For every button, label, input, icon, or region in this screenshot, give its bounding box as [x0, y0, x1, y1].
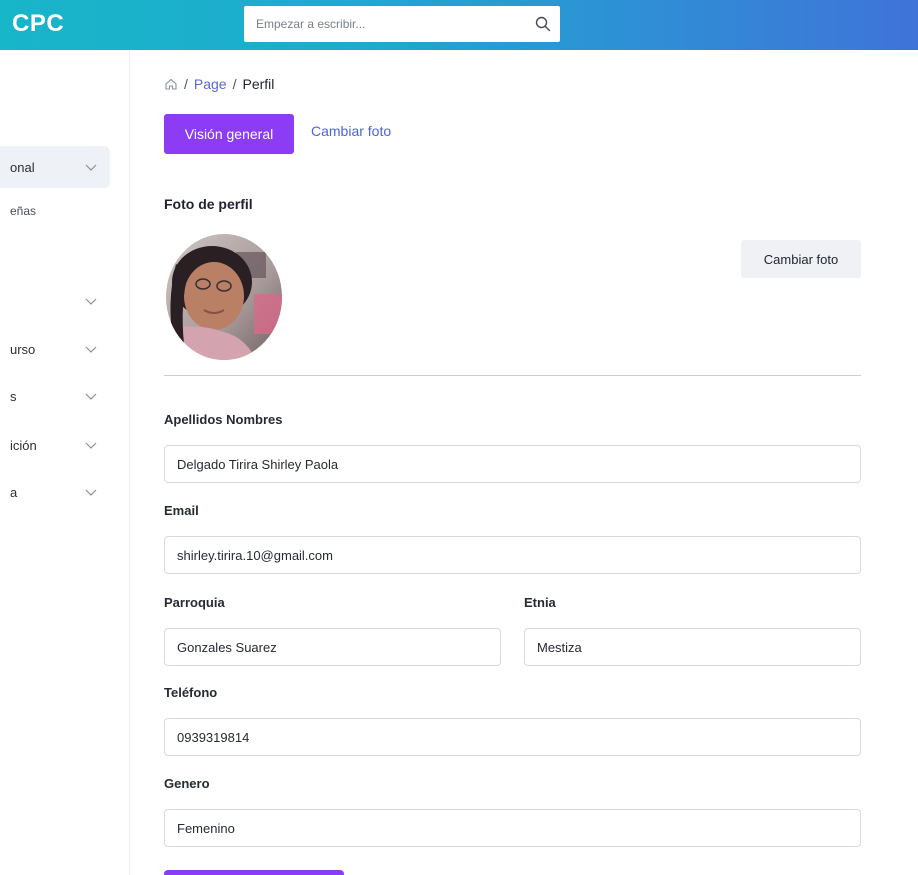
divider — [164, 375, 861, 376]
sidebar-item-label: onal — [10, 159, 35, 175]
tab-overview[interactable]: Visión general — [164, 114, 294, 154]
chevron-down-icon — [85, 442, 97, 449]
email-field[interactable] — [164, 536, 861, 574]
ethnicity-field[interactable] — [524, 628, 861, 666]
sidebar-item-6[interactable]: a — [0, 471, 110, 513]
breadcrumb-page-link[interactable]: Page — [194, 76, 227, 92]
gender-field[interactable] — [164, 809, 861, 847]
brand-logo[interactable]: CPC — [12, 10, 64, 38]
sidebar-subitem[interactable]: eñas — [10, 204, 36, 218]
sidebar-item-label: a — [10, 484, 18, 500]
chevron-down-icon — [85, 346, 97, 353]
save-button[interactable] — [164, 870, 344, 875]
profile-photo-title: Foto de perfil — [164, 196, 253, 212]
top-bar: CPC — [0, 0, 918, 50]
sidebar-item-label: s — [10, 388, 17, 404]
main-content: / Page / Perfil Visión general Cambiar f… — [131, 50, 918, 875]
sidebar-item-curso[interactable]: urso — [0, 328, 110, 370]
avatar — [166, 234, 282, 360]
change-photo-button[interactable]: Cambiar foto — [741, 240, 861, 278]
chevron-down-icon — [85, 393, 97, 400]
search-box[interactable] — [244, 6, 560, 42]
search-icon[interactable] — [534, 15, 552, 33]
chevron-down-icon — [85, 164, 97, 171]
name-field[interactable] — [164, 445, 861, 483]
sidebar-item-label: ición — [10, 437, 37, 453]
parish-label: Parroquia — [164, 595, 225, 610]
breadcrumb-current: Perfil — [242, 76, 275, 92]
phone-label: Teléfono — [164, 685, 218, 700]
parish-field[interactable] — [164, 628, 501, 666]
sidebar-item-2[interactable] — [0, 280, 110, 322]
tab-change-photo[interactable]: Cambiar foto — [311, 123, 391, 139]
chevron-down-icon — [85, 489, 97, 496]
breadcrumb: / Page / Perfil — [164, 76, 274, 92]
email-label: Email — [164, 503, 199, 518]
breadcrumb-separator: / — [232, 76, 237, 92]
phone-field[interactable] — [164, 718, 861, 756]
breadcrumb-separator: / — [184, 76, 188, 92]
sidebar-item-5[interactable]: ición — [0, 424, 110, 466]
search-input[interactable] — [256, 17, 534, 31]
sidebar: onal eñas urso s ición a — [0, 50, 130, 875]
ethnicity-label: Etnia — [524, 595, 556, 610]
sidebar-item-personal[interactable]: onal — [0, 146, 110, 188]
sidebar-item-4[interactable]: s — [0, 375, 110, 417]
home-icon[interactable] — [164, 77, 178, 91]
sidebar-item-label: urso — [10, 341, 36, 357]
name-label: Apellidos Nombres — [164, 412, 283, 427]
chevron-down-icon — [85, 298, 97, 305]
gender-label: Genero — [164, 776, 210, 791]
